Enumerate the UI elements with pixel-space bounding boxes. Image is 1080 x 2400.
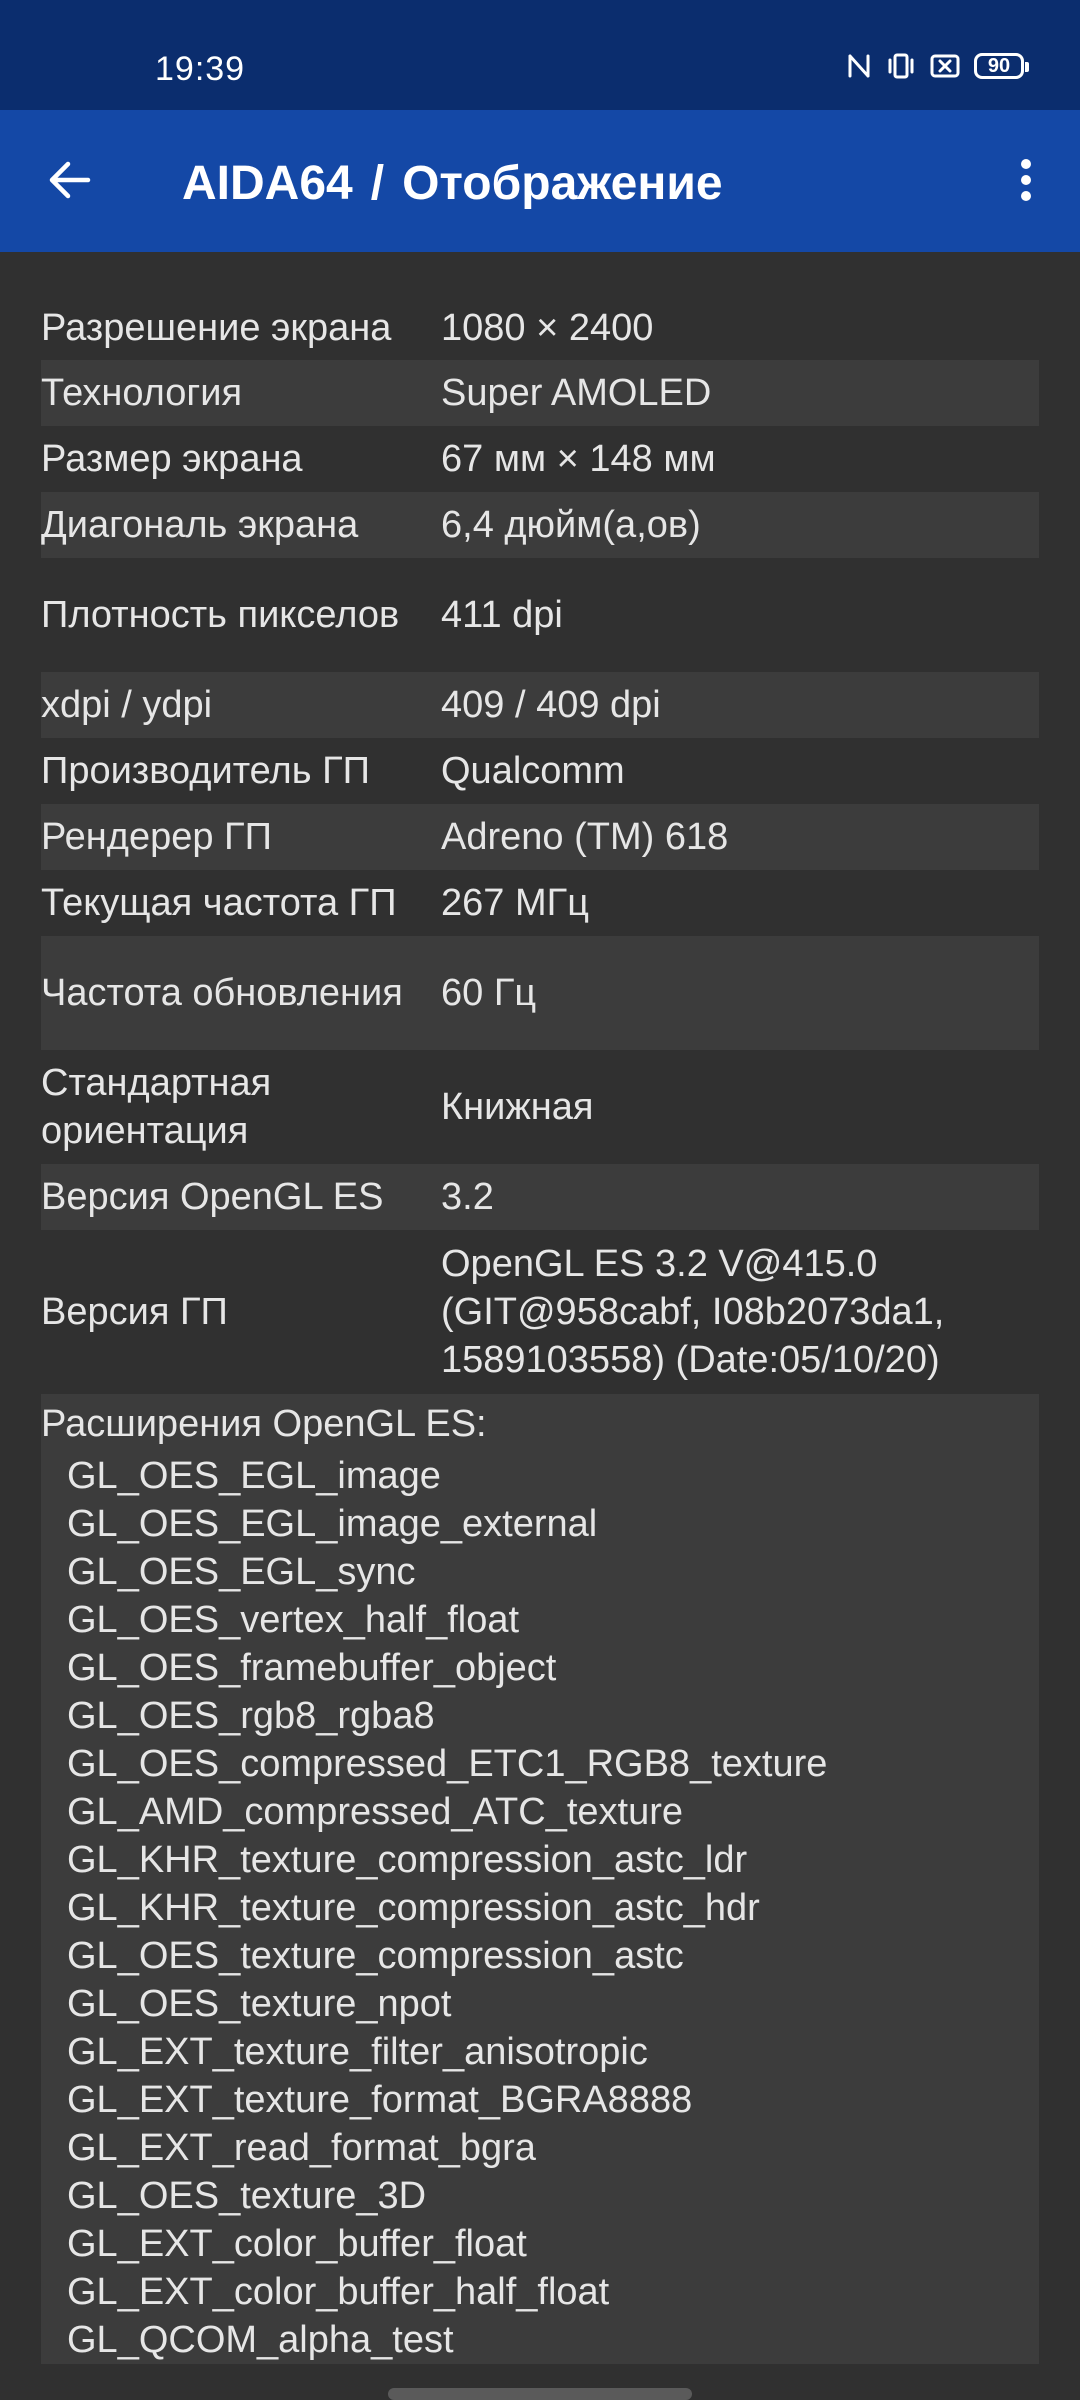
row-label: Текущая частота ГП xyxy=(41,882,397,924)
extension-item: GL_OES_EGL_image xyxy=(67,1455,441,1497)
extension-item: GL_EXT_color_buffer_half_float xyxy=(67,2271,610,2313)
row-label: Разрешение экрана xyxy=(41,307,392,349)
info-table: Разрешение экрана 1080 × 2400 Технология… xyxy=(41,296,1039,2364)
more-vert-icon xyxy=(1020,158,1032,207)
extension-item: GL_AMD_compressed_ATC_texture xyxy=(67,1791,683,1833)
row-pixel-density: Плотность пикселов 411 dpi xyxy=(41,558,1039,672)
row-gpu-version: Версия ГП OpenGL ES 3.2 V@415.0 (GIT@958… xyxy=(41,1230,1039,1394)
row-value: Qualcomm xyxy=(441,750,625,792)
page-name: Отображение xyxy=(402,157,723,210)
extension-item: GL_EXT_texture_filter_anisotropic xyxy=(67,2031,648,2073)
row-screen-size: Размер экрана 67 мм × 148 мм xyxy=(41,426,1039,492)
row-value: 60 Гц xyxy=(441,972,537,1014)
row-label: xdpi / ydpi xyxy=(41,684,213,726)
vibrate-icon xyxy=(886,52,916,80)
row-value: 411 dpi xyxy=(441,594,563,636)
row-value: 409 / 409 dpi xyxy=(441,684,661,726)
row-label: Версия OpenGL ES xyxy=(41,1176,384,1218)
home-indicator[interactable] xyxy=(388,2388,692,2400)
extension-item: GL_OES_compressed_ETC1_RGB8_texture xyxy=(67,1743,828,1785)
extension-item: GL_EXT_color_buffer_float xyxy=(67,2223,527,2265)
status-icons: 90 xyxy=(846,52,1029,80)
extension-item: GL_OES_framebuffer_object xyxy=(67,1647,557,1689)
extension-item: GL_KHR_texture_compression_astc_hdr xyxy=(67,1887,760,1929)
row-orientation: Стандартная ориентация Книжная xyxy=(41,1050,1039,1164)
extension-item: GL_OES_rgb8_rgba8 xyxy=(67,1695,435,1737)
row-refresh-rate: Частота обновления 60 Гц xyxy=(41,936,1039,1050)
back-button[interactable] xyxy=(34,146,106,218)
extensions-title: Расширения OpenGL ES: xyxy=(41,1403,487,1445)
row-gpu-vendor: Производитель ГП Qualcomm xyxy=(41,738,1039,804)
display-info-list[interactable]: Разрешение экрана 1080 × 2400 Технология… xyxy=(0,252,1080,2400)
row-technology: Технология Super AMOLED xyxy=(41,360,1039,426)
row-value: 3.2 xyxy=(441,1176,494,1218)
row-label: Технология xyxy=(41,372,243,414)
row-value: 267 МГц xyxy=(441,882,589,924)
nfc-icon xyxy=(846,52,872,80)
opengl-extensions: Расширения OpenGL ES: GL_OES_EGL_image GL… xyxy=(41,1394,1039,2364)
extensions-list: GL_OES_EGL_image GL_OES_EGL_image_externa… xyxy=(41,1448,1039,2364)
row-opengl-version: Версия OpenGL ES 3.2 xyxy=(41,1164,1039,1230)
row-value: 1080 × 2400 xyxy=(441,307,654,349)
row-label: Частота обновления xyxy=(41,972,403,1014)
row-value: Книжная xyxy=(441,1086,594,1128)
row-diagonal: Диагональ экрана 6,4 дюйм(а,ов) xyxy=(41,492,1039,558)
row-label: Рендерер ГП xyxy=(41,816,272,858)
extension-item: GL_OES_texture_compression_astc xyxy=(67,1935,684,1977)
row-value: 67 мм × 148 мм xyxy=(441,438,716,480)
row-value: OpenGL ES 3.2 V@415.0 (GIT@958cabf, I08b… xyxy=(441,1243,945,1381)
row-value: 6,4 дюйм(а,ов) xyxy=(441,504,701,546)
row-value: Adreno (TM) 618 xyxy=(441,816,729,858)
status-time: 19:39 xyxy=(155,50,246,88)
app-bar: AIDA64 / Отображение xyxy=(0,110,1080,252)
row-label: Производитель ГП xyxy=(41,750,370,792)
row-resolution: Разрешение экрана 1080 × 2400 xyxy=(41,296,1039,360)
row-xdpi-ydpi: xdpi / ydpi 409 / 409 dpi xyxy=(41,672,1039,738)
more-options-button[interactable] xyxy=(994,146,1058,218)
battery-icon: 90 xyxy=(974,53,1029,79)
row-label: Стандартная ориентация xyxy=(41,1062,272,1152)
row-label: Версия ГП xyxy=(41,1291,228,1333)
extension-item: GL_EXT_read_format_bgra xyxy=(67,2127,536,2169)
extension-item: GL_QCOM_alpha_test xyxy=(67,2319,454,2361)
extension-item: GL_OES_texture_3D xyxy=(67,2175,427,2217)
back-arrow-icon xyxy=(48,158,92,207)
page-title: AIDA64 / Отображение xyxy=(182,156,723,211)
extension-item: GL_EXT_texture_format_BGRA8888 xyxy=(67,2079,693,2121)
battery-level: 90 xyxy=(987,54,1011,77)
title-separator: / xyxy=(370,157,385,210)
row-gpu-renderer: Рендерер ГП Adreno (TM) 618 xyxy=(41,804,1039,870)
extension-item: GL_OES_texture_npot xyxy=(67,1983,452,2025)
row-label: Плотность пикселов xyxy=(41,594,400,636)
row-gpu-clock: Текущая частота ГП 267 МГц xyxy=(41,870,1039,936)
extension-item: GL_KHR_texture_compression_astc_ldr xyxy=(67,1839,748,1881)
extension-item: GL_OES_EGL_sync xyxy=(67,1551,416,1593)
extension-item: GL_OES_vertex_half_float xyxy=(67,1599,520,1641)
row-label: Диагональ экрана xyxy=(41,504,359,546)
row-value: Super AMOLED xyxy=(441,372,712,414)
row-label: Размер экрана xyxy=(41,438,303,480)
app-name: AIDA64 xyxy=(182,157,353,210)
status-bar: 19:39 90 xyxy=(0,0,1080,110)
screen-record-icon xyxy=(930,53,960,79)
extension-item: GL_OES_EGL_image_external xyxy=(67,1503,598,1545)
